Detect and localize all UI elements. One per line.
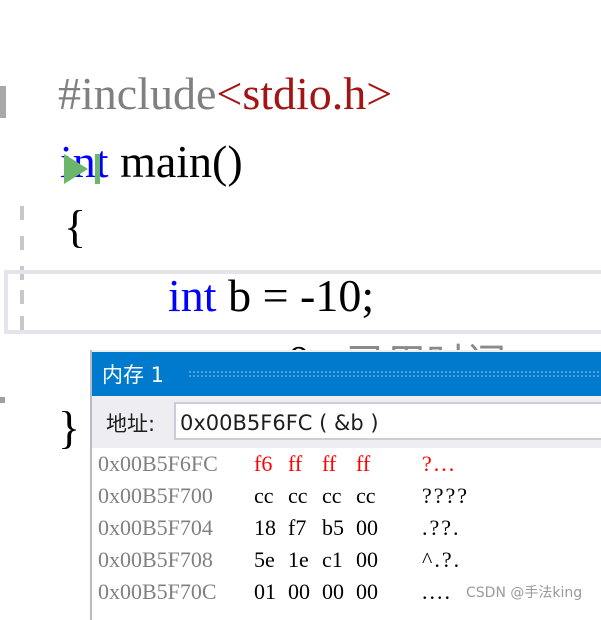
drag-grip[interactable] — [188, 370, 601, 378]
memory-ascii: ?... — [422, 451, 457, 476]
memory-byte[interactable]: 00 — [356, 576, 378, 608]
memory-byte[interactable]: b5 — [322, 512, 344, 544]
memory-ascii: ???? — [422, 483, 470, 508]
memory-ascii: ^.?. — [422, 547, 462, 572]
run-to-cursor-icon[interactable] — [64, 152, 104, 186]
collapse-marker[interactable] — [0, 86, 6, 118]
memory-byte[interactable]: ff — [322, 448, 336, 480]
memory-address: 0x00B5F704 — [98, 515, 213, 540]
memory-byte[interactable]: 5e — [254, 544, 275, 576]
memory-address: 0x00B5F700 — [98, 483, 213, 508]
memory-byte[interactable]: 1e — [288, 544, 309, 576]
include-path: <stdio.h> — [216, 68, 393, 119]
function-name: main() — [120, 136, 243, 187]
memory-byte[interactable]: 00 — [356, 544, 378, 576]
memory-address: 0x00B5F708 — [98, 547, 213, 572]
memory-address: 0x00B5F70C — [98, 579, 217, 604]
memory-address: 0x00B5F6FC — [98, 451, 218, 476]
memory-window-title: 内存 1 — [102, 363, 165, 387]
memory-byte[interactable]: 00 — [322, 576, 344, 608]
close-brace: } — [58, 402, 81, 453]
memory-byte[interactable]: 00 — [288, 576, 310, 608]
memory-byte[interactable]: f6 — [254, 448, 272, 480]
memory-ascii: .??. — [422, 515, 461, 540]
memory-window-titlebar[interactable]: 内存 1 — [92, 352, 601, 396]
memory-byte[interactable]: 01 — [254, 576, 276, 608]
collapse-end-marker — [0, 397, 5, 403]
memory-byte[interactable]: ff — [288, 448, 302, 480]
memory-byte[interactable]: ff — [356, 448, 370, 480]
memory-byte[interactable]: 18 — [254, 512, 276, 544]
address-input[interactable] — [174, 402, 601, 440]
memory-byte[interactable]: 00 — [356, 512, 378, 544]
open-brace: { — [64, 201, 87, 252]
code-line-close-brace: } — [12, 338, 80, 518]
memory-byte[interactable]: f7 — [288, 512, 306, 544]
memory-byte[interactable]: cc — [288, 480, 308, 512]
address-label: 地址: — [106, 412, 156, 436]
watermark: CSDN @手法king — [466, 585, 583, 601]
memory-byte[interactable]: c1 — [322, 544, 343, 576]
memory-byte[interactable]: cc — [356, 480, 376, 512]
memory-window[interactable]: 内存 1 地址: 0x00B5F6FCf6ffffff?...0x00B5F70… — [90, 350, 601, 620]
memory-ascii: .... — [422, 579, 452, 604]
memory-byte[interactable]: cc — [322, 480, 342, 512]
memory-byte[interactable]: cc — [254, 480, 274, 512]
